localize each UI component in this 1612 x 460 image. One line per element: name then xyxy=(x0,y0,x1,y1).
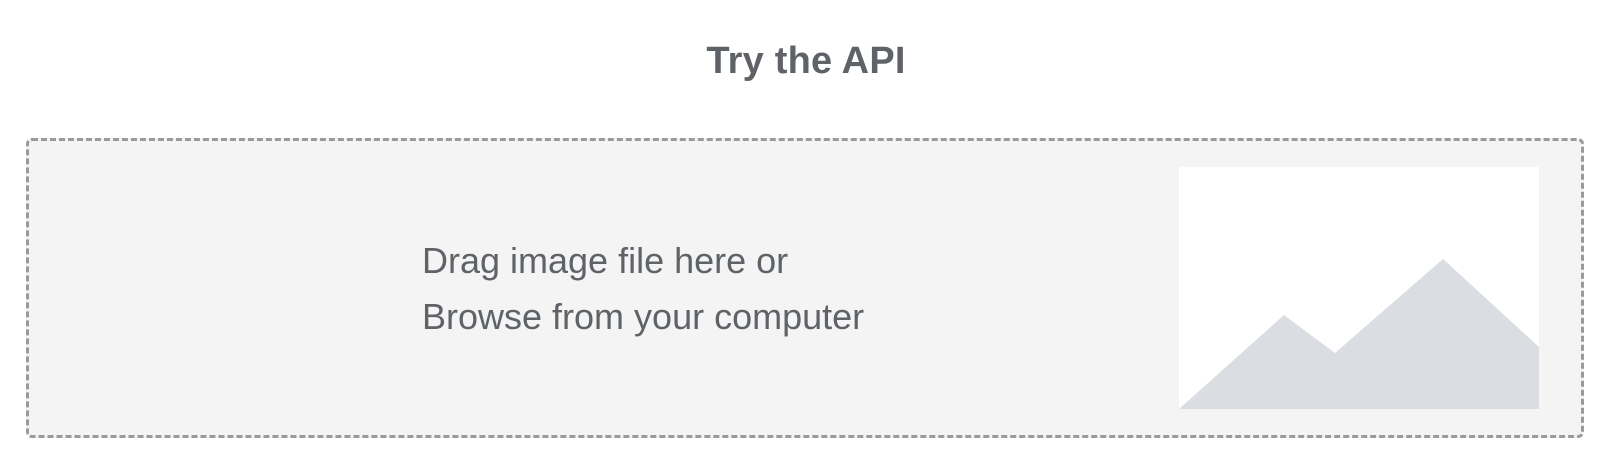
try-api-page: Try the API Drag image file here or Brow… xyxy=(0,0,1612,460)
image-placeholder-icon xyxy=(1179,167,1539,409)
mountain-image-icon xyxy=(1179,167,1539,409)
image-dropzone[interactable]: Drag image file here or Browse from your… xyxy=(26,138,1584,438)
drag-instruction-text: Drag image file here or xyxy=(422,240,789,281)
browse-computer-link[interactable]: Browse from your computer xyxy=(422,289,864,345)
page-title: Try the API xyxy=(706,40,906,82)
dropzone-instructions: Drag image file here or Browse from your… xyxy=(422,233,864,345)
